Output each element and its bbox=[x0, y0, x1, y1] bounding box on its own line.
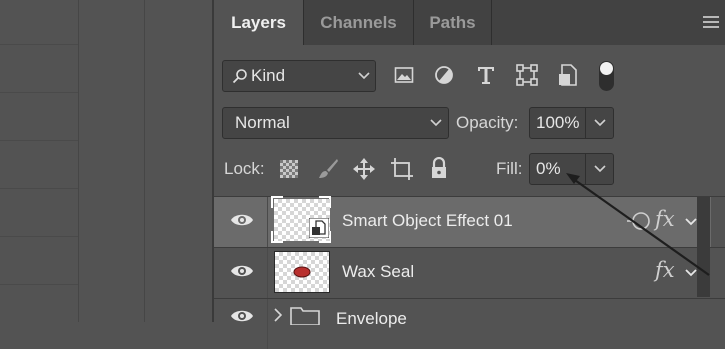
lock-transparent-pixels-icon[interactable] bbox=[280, 160, 298, 178]
adjustment-filter-icon[interactable] bbox=[434, 65, 454, 85]
tab-layers[interactable]: Layers bbox=[214, 0, 303, 45]
layer-name[interactable]: Wax Seal bbox=[342, 262, 414, 282]
folder-icon bbox=[290, 307, 320, 325]
smart-object-badge-icon bbox=[309, 218, 329, 238]
fill-label: Fill: bbox=[496, 159, 523, 178]
layer-name[interactable]: Envelope bbox=[336, 309, 407, 329]
shape-filter-icon[interactable] bbox=[516, 64, 538, 86]
filter-kind-label: Kind bbox=[251, 66, 286, 85]
canvas-area bbox=[0, 0, 214, 322]
opacity-label: Opacity: bbox=[456, 113, 519, 132]
fill-value: 0% bbox=[536, 159, 561, 178]
opacity-value: 100% bbox=[536, 113, 580, 132]
annotation-arrow bbox=[566, 173, 710, 276]
lock-artboard-icon[interactable] bbox=[390, 157, 414, 181]
panel-menu-icon[interactable] bbox=[703, 16, 719, 31]
smart-object-filter-icon[interactable] bbox=[558, 64, 578, 86]
type-filter-icon[interactable] bbox=[476, 65, 496, 85]
tab-channels[interactable]: Channels bbox=[304, 0, 413, 45]
filter-kind-dropdown[interactable]: Kind bbox=[222, 60, 376, 92]
layers-panel: Layers Channels Paths Kind Normal Opacit… bbox=[214, 0, 725, 349]
chevron-down-icon bbox=[358, 72, 370, 80]
chevron-down-icon bbox=[430, 119, 442, 127]
layer-thumbnail bbox=[274, 251, 330, 293]
visibility-eye-icon[interactable] bbox=[230, 263, 254, 279]
panel-tab-bar: Layers Channels Paths bbox=[214, 0, 725, 45]
wax-seal-thumbnail-icon bbox=[293, 266, 311, 278]
chevron-down-icon[interactable] bbox=[594, 119, 606, 127]
lock-image-pixels-icon[interactable] bbox=[317, 158, 339, 180]
expand-group-chevron-icon[interactable] bbox=[274, 308, 282, 322]
layer-name[interactable]: Smart Object Effect 01 bbox=[342, 211, 513, 231]
tab-paths[interactable]: Paths bbox=[414, 0, 491, 45]
lock-all-icon[interactable] bbox=[430, 157, 448, 179]
blend-mode-dropdown[interactable]: Normal bbox=[222, 107, 449, 139]
visibility-eye-icon[interactable] bbox=[230, 212, 254, 228]
lock-label: Lock: bbox=[224, 159, 265, 178]
layer-row-envelope[interactable]: Envelope bbox=[214, 299, 711, 349]
opacity-field[interactable]: 100% bbox=[529, 107, 614, 139]
search-icon bbox=[232, 69, 247, 84]
image-filter-icon[interactable] bbox=[394, 65, 414, 85]
filter-toggle-icon[interactable] bbox=[599, 61, 614, 91]
blend-mode-value: Normal bbox=[235, 113, 290, 132]
lock-position-icon[interactable] bbox=[353, 158, 375, 180]
